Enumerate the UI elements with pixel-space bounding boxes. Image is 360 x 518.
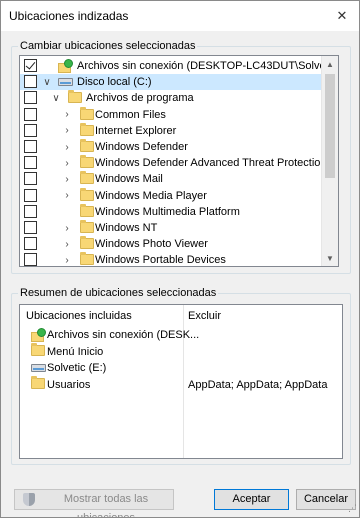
tree-row[interactable]: › Windows Defender bbox=[20, 139, 324, 155]
folder-icon bbox=[31, 375, 45, 389]
tree-row[interactable]: › Windows Photo Viewer bbox=[20, 236, 324, 252]
accept-button[interactable]: Aceptar bbox=[214, 489, 289, 510]
tree-row[interactable]: › Windows Defender Advanced Threat Protec… bbox=[20, 155, 327, 171]
tree-row-label: Disco local (C:) bbox=[77, 76, 152, 89]
offline-files-icon bbox=[31, 328, 46, 342]
tree-row-label: Windows Defender bbox=[95, 141, 188, 153]
tree-row-label: Windows Photo Viewer bbox=[95, 238, 208, 251]
tree-row-label: Windows Multimedia Platform bbox=[95, 205, 240, 218]
chevron-right-icon[interactable]: › bbox=[62, 139, 72, 155]
location-checkbox[interactable] bbox=[24, 172, 37, 186]
offline-files-icon bbox=[58, 59, 73, 73]
folder-icon bbox=[80, 139, 94, 152]
folder-icon bbox=[31, 342, 45, 356]
chevron-right-icon[interactable]: › bbox=[62, 107, 72, 123]
location-checkbox[interactable] bbox=[24, 123, 37, 137]
folder-icon bbox=[80, 252, 94, 266]
chevron-down-icon[interactable]: ∨ bbox=[42, 74, 52, 90]
summary-list: Ubicaciones incluidas Excluir Archivos s… bbox=[19, 304, 343, 459]
tree-row-label: Windows Portable Devices bbox=[95, 254, 226, 267]
folder-icon bbox=[80, 236, 94, 250]
tree-row-label: Windows Mail bbox=[95, 173, 163, 186]
scroll-down-icon[interactable]: ▼ bbox=[322, 250, 338, 266]
show-all-locations-button[interactable]: Mostrar todas las ubicaciones bbox=[14, 489, 174, 518]
title-bar: Ubicaciones indizadas ✕ bbox=[1, 1, 359, 31]
chevron-right-icon[interactable]: › bbox=[62, 236, 72, 252]
tree-row[interactable]: › Common Files bbox=[20, 106, 324, 123]
column-header-excluded[interactable]: Excluir bbox=[188, 310, 221, 322]
included-location-label: Usuarios bbox=[47, 378, 91, 391]
summary-row: Archivos sin conexión (DESK... bbox=[20, 327, 342, 343]
tree-row[interactable]: › Windows Portable Devices bbox=[20, 252, 324, 267]
summary-row: Menú Inicio bbox=[20, 342, 342, 360]
show-all-label: Mostrar todas las ubicaciones bbox=[63, 493, 149, 518]
chevron-right-icon[interactable]: › bbox=[62, 220, 72, 236]
location-checkbox[interactable] bbox=[24, 75, 37, 89]
location-checkbox[interactable] bbox=[24, 140, 37, 153]
tree-row[interactable]: › Windows Media Player bbox=[20, 187, 324, 204]
tree-row-label: Archivos sin conexión (DESKTOP-LC43DUT\S… bbox=[77, 60, 339, 72]
location-checkbox[interactable] bbox=[24, 237, 37, 251]
tree-row[interactable]: › Windows NT bbox=[20, 220, 324, 236]
location-checkbox[interactable] bbox=[24, 221, 37, 234]
chevron-down-icon[interactable]: ∨ bbox=[51, 90, 61, 106]
included-location-label: Solvetic (E:) bbox=[47, 362, 107, 374]
tree-row[interactable]: › Windows Mail bbox=[20, 171, 324, 187]
tree-row-label: Common Files bbox=[95, 108, 166, 121]
uac-shield-icon bbox=[23, 493, 35, 506]
folder-icon bbox=[68, 90, 82, 104]
chevron-right-icon[interactable]: › bbox=[62, 252, 72, 266]
folder-icon bbox=[80, 203, 94, 217]
summary-row: Solvetic (E:) bbox=[20, 360, 342, 376]
location-checkbox[interactable] bbox=[24, 188, 37, 202]
dialog-title: Ubicaciones indizadas bbox=[9, 9, 129, 23]
folder-icon bbox=[80, 106, 94, 120]
location-checkbox[interactable] bbox=[24, 204, 37, 218]
tree-scrollbar[interactable]: ▲ ▼ bbox=[321, 56, 338, 266]
tree-row-label: Windows Media Player bbox=[95, 189, 207, 202]
chevron-right-icon[interactable]: › bbox=[62, 155, 72, 171]
excluded-location-label: AppData; AppData; AppData bbox=[188, 378, 328, 391]
location-checkbox[interactable] bbox=[24, 253, 37, 266]
tree-row[interactable]: ∨ Archivos de programa bbox=[20, 90, 324, 106]
location-checkbox[interactable] bbox=[24, 59, 37, 72]
chevron-right-icon[interactable]: › bbox=[62, 188, 72, 204]
tree-row[interactable]: Windows Multimedia Platform bbox=[20, 203, 324, 220]
tree-row[interactable]: Archivos sin conexión (DESKTOP-LC43DUT\S… bbox=[20, 58, 338, 74]
chevron-right-icon[interactable]: › bbox=[62, 171, 72, 187]
close-button[interactable]: ✕ bbox=[331, 5, 353, 27]
folder-icon bbox=[80, 122, 94, 136]
tree-row-label: Windows NT bbox=[95, 222, 158, 234]
summary-label: Resumen de ubicaciones seleccionadas bbox=[18, 287, 219, 299]
folder-icon bbox=[80, 187, 94, 201]
chevron-right-icon[interactable]: › bbox=[62, 123, 72, 139]
summary-row: Usuarios AppData; AppData; AppData bbox=[20, 375, 342, 393]
folder-icon bbox=[80, 171, 94, 185]
indexed-locations-dialog: Ubicaciones indizadas ✕ Cambiar ubicacio… bbox=[0, 0, 360, 518]
tree-row-label: Internet Explorer bbox=[95, 124, 177, 137]
drive-icon bbox=[31, 364, 46, 372]
scroll-thumb[interactable] bbox=[325, 74, 335, 178]
column-header-included[interactable]: Ubicaciones incluidas bbox=[26, 310, 132, 322]
included-location-label: Menú Inicio bbox=[47, 345, 104, 358]
folder-icon bbox=[80, 220, 94, 233]
tree-row[interactable]: ∨ Disco local (C:) bbox=[20, 74, 324, 91]
included-location-label: Archivos sin conexión (DESK... bbox=[47, 329, 200, 341]
tree-row[interactable]: › Internet Explorer bbox=[20, 122, 324, 139]
change-locations-label: Cambiar ubicaciones seleccionadas bbox=[18, 40, 198, 52]
location-checkbox[interactable] bbox=[24, 156, 37, 170]
scroll-up-icon[interactable]: ▲ bbox=[322, 56, 338, 72]
location-checkbox[interactable] bbox=[24, 107, 37, 121]
tree-row-label: Windows Defender Advanced Threat Protect… bbox=[95, 157, 327, 170]
resize-grip-icon[interactable]: ⋰ bbox=[343, 501, 357, 515]
folder-icon bbox=[80, 155, 94, 169]
location-checkbox[interactable] bbox=[24, 91, 37, 105]
locations-tree[interactable]: Archivos sin conexión (DESKTOP-LC43DUT\S… bbox=[19, 55, 339, 267]
tree-row-label: Archivos de programa bbox=[86, 92, 194, 105]
drive-icon bbox=[58, 78, 73, 87]
summary-header: Ubicaciones incluidas Excluir bbox=[20, 305, 342, 325]
